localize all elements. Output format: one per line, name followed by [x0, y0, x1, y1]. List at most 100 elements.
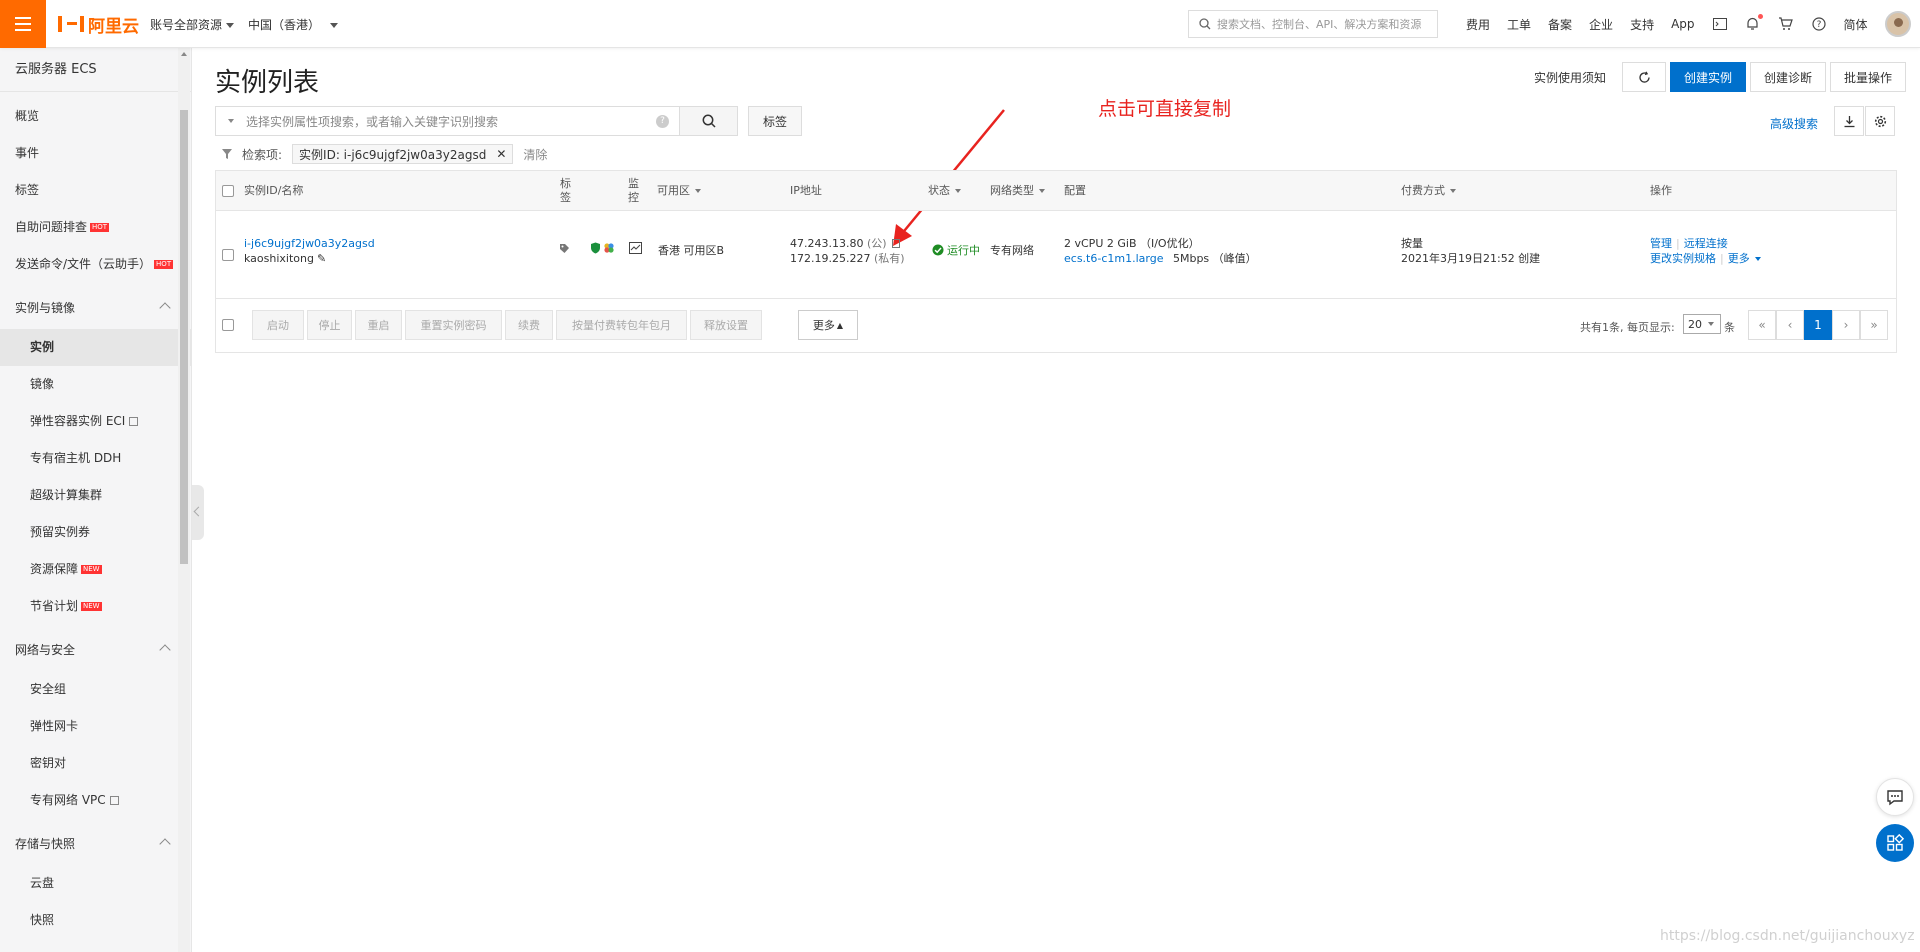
top-link-billing[interactable]: 费用: [1466, 16, 1490, 33]
copy-icon[interactable]: [891, 239, 900, 248]
stop-button[interactable]: 停止: [307, 310, 352, 340]
col-header-billing[interactable]: 付费方式: [1401, 171, 1456, 211]
sidebar-item-eni[interactable]: 弹性网卡: [0, 708, 191, 745]
row-checkbox[interactable]: [222, 249, 234, 261]
settings-button[interactable]: [1865, 106, 1895, 136]
last-page-button[interactable]: »: [1860, 310, 1888, 340]
language-switch[interactable]: 简体: [1844, 16, 1868, 33]
sidebar-item-disks[interactable]: 云盘: [0, 865, 191, 902]
page-size-select[interactable]: 20: [1683, 314, 1721, 334]
cart-icon[interactable]: [1778, 16, 1794, 32]
instance-type-link[interactable]: ecs.t6-c1m1.large: [1064, 252, 1163, 265]
tag-icon[interactable]: [559, 243, 570, 258]
clear-filters-link[interactable]: 清除: [523, 146, 547, 163]
chat-button[interactable]: [1876, 778, 1914, 816]
aliyun-logo[interactable]: 阿里云: [58, 12, 139, 37]
sidebar-item-vpc[interactable]: 专有网络 VPC: [0, 782, 191, 819]
sidebar-item-troubleshoot[interactable]: 自助问题排查 HOT: [0, 209, 191, 246]
security-shield-icon[interactable]: [590, 242, 601, 258]
account-scope-dropdown[interactable]: 账号全部资源: [150, 16, 235, 33]
sidebar-item-eci[interactable]: 弹性容器实例 ECI: [0, 403, 191, 440]
help-icon[interactable]: ?: [1811, 16, 1827, 32]
table-footer: 启动 停止 重启 重置实例密码 续费 按量付费转包年包月 释放设置 更多 ▲ 共有…: [216, 299, 1896, 354]
monitor-chart-icon[interactable]: [629, 242, 642, 258]
sidebar-group-network-security[interactable]: 网络与安全: [0, 629, 191, 671]
chevron-down-icon: [1039, 189, 1045, 193]
advanced-search-link[interactable]: 高级搜索: [1770, 115, 1818, 132]
batch-operations-button[interactable]: 批量操作: [1830, 62, 1907, 92]
renew-button[interactable]: 续费: [505, 310, 553, 340]
top-link-support[interactable]: 支持: [1630, 16, 1654, 33]
restart-button[interactable]: 重启: [355, 310, 402, 340]
export-button[interactable]: [1834, 106, 1864, 136]
region-dropdown[interactable]: 中国（香港）: [248, 16, 339, 33]
top-link-app[interactable]: App: [1671, 17, 1694, 31]
sidebar-item-security-groups[interactable]: 安全组: [0, 671, 191, 708]
sidebar-collapse-handle[interactable]: [192, 485, 204, 540]
reset-password-button[interactable]: 重置实例密码: [405, 310, 502, 340]
sidebar-item-ddh[interactable]: 专有宿主机 DDH: [0, 440, 191, 477]
sidebar-item-images[interactable]: 镜像: [0, 366, 191, 403]
sidebar-item-scc[interactable]: 超级计算集群: [0, 477, 191, 514]
sidebar-item-overview[interactable]: 概览: [0, 98, 191, 135]
manage-link[interactable]: 管理: [1650, 237, 1672, 250]
col-header-zone[interactable]: 可用区: [657, 171, 701, 211]
close-icon[interactable]: ✕: [496, 147, 506, 161]
search-button[interactable]: [680, 106, 738, 136]
sidebar-item-tags[interactable]: 标签: [0, 172, 191, 209]
more-actions-label: 更多: [1727, 252, 1750, 265]
tag-filter-button[interactable]: 标签: [748, 106, 802, 136]
action-divider: |: [1676, 237, 1680, 250]
start-button[interactable]: 启动: [252, 310, 304, 340]
top-link-ticket[interactable]: 工单: [1507, 16, 1531, 33]
create-instance-button[interactable]: 创建实例: [1670, 62, 1747, 92]
more-actions-dropdown[interactable]: 更多: [1728, 252, 1761, 265]
top-link-icp[interactable]: 备案: [1548, 16, 1572, 33]
sidebar-item-cloud-assistant[interactable]: 发送命令/文件（云助手） HOT: [0, 246, 191, 283]
instance-search-input[interactable]: 选择实例属性项搜索，或者输入关键字识别搜索 ?: [215, 106, 680, 136]
scroll-up-icon[interactable]: [181, 52, 187, 56]
top-link-enterprise[interactable]: 企业: [1589, 16, 1613, 33]
usage-notice-link[interactable]: 实例使用须知: [1534, 69, 1606, 86]
sidebar-item-snapshots[interactable]: 快照: [0, 902, 191, 939]
page-1-button[interactable]: 1: [1804, 310, 1832, 340]
help-icon[interactable]: ?: [656, 115, 669, 128]
user-avatar[interactable]: [1884, 11, 1911, 37]
download-icon: [1844, 115, 1854, 127]
instance-id-link[interactable]: i-j6c9ujgf2jw0a3y2agsd: [244, 236, 375, 251]
sidebar-item-resource-assurance[interactable]: 资源保障 NEW: [0, 551, 191, 588]
app-status-icon[interactable]: [603, 242, 615, 258]
sidebar-scroll-thumb[interactable]: [180, 110, 188, 564]
prev-page-button[interactable]: ‹: [1776, 310, 1804, 340]
global-search-input[interactable]: 搜索文档、控制台、API、解决方案和资源: [1188, 10, 1438, 38]
sidebar-item-events[interactable]: 事件: [0, 135, 191, 172]
col-header-status[interactable]: 状态: [928, 171, 961, 211]
col-header-config: 配置: [1064, 184, 1086, 197]
select-all-checkbox[interactable]: [222, 185, 234, 197]
sidebar-item-reserved-instances[interactable]: 预留实例券: [0, 514, 191, 551]
sidebar-item-key-pairs[interactable]: 密钥对: [0, 745, 191, 782]
first-page-button[interactable]: «: [1748, 310, 1776, 340]
convert-billing-button[interactable]: 按量付费转包年包月: [556, 310, 687, 340]
sidebar-item-instances[interactable]: 实例: [0, 329, 191, 366]
edit-pencil-icon[interactable]: ✎: [317, 252, 326, 265]
remote-connect-link[interactable]: 远程连接: [1684, 237, 1728, 250]
footer-select-all-checkbox[interactable]: [222, 319, 234, 331]
zone-value: 香港 可用区B: [658, 244, 725, 257]
menu-toggle-button[interactable]: [0, 0, 46, 48]
next-page-button[interactable]: ›: [1832, 310, 1860, 340]
apps-grid-icon: [1887, 834, 1904, 851]
chevron-down-icon: [1754, 257, 1761, 261]
col-header-network-type[interactable]: 网络类型: [990, 171, 1045, 211]
change-spec-link[interactable]: 更改实例规格: [1650, 252, 1716, 265]
refresh-button[interactable]: [1622, 62, 1667, 92]
sidebar-group-instances-images[interactable]: 实例与镜像: [0, 287, 191, 329]
release-settings-button[interactable]: 释放设置: [690, 310, 762, 340]
terminal-icon[interactable]: [1712, 16, 1728, 32]
more-batch-button[interactable]: 更多 ▲: [798, 310, 858, 340]
bell-icon[interactable]: [1745, 14, 1763, 32]
sidebar-group-storage-snapshots[interactable]: 存储与快照: [0, 823, 191, 865]
sidebar-item-savings-plan[interactable]: 节省计划 NEW: [0, 588, 191, 625]
quick-apps-button[interactable]: [1876, 824, 1914, 862]
create-diagnosis-button[interactable]: 创建诊断: [1750, 62, 1827, 92]
